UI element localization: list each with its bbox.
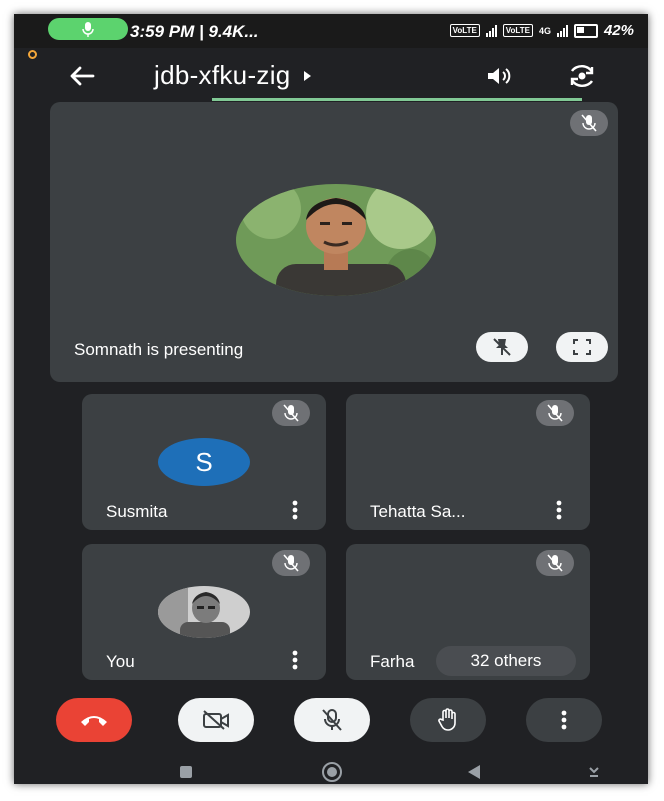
volte-badge-2: VoLTE bbox=[502, 24, 533, 37]
participant-name: Farha bbox=[370, 652, 415, 671]
end-call-icon bbox=[81, 716, 107, 726]
participant-name: Tehatta Sa... bbox=[370, 502, 466, 521]
raise-hand-icon bbox=[438, 708, 456, 731]
more-vert-icon bbox=[292, 650, 298, 670]
square-icon bbox=[180, 766, 192, 778]
fullscreen-button[interactable] bbox=[556, 332, 608, 362]
self-avatar bbox=[158, 586, 250, 638]
status-bar: 3:59 PM | 9.4K... VoLTE VoLTE 4G 42% bbox=[14, 14, 648, 48]
muted-badge bbox=[536, 400, 574, 426]
speaker-icon bbox=[488, 68, 511, 84]
presenter-avatar bbox=[236, 184, 436, 296]
muted-badge bbox=[272, 550, 310, 576]
back-button[interactable] bbox=[64, 58, 100, 94]
self-photo bbox=[158, 586, 250, 638]
home-button[interactable] bbox=[318, 760, 346, 784]
avatar: S bbox=[158, 438, 250, 486]
presenter-tile[interactable]: Somnath is presenting bbox=[50, 102, 618, 382]
caret-right-icon bbox=[303, 70, 311, 81]
arrow-left-icon bbox=[70, 66, 95, 86]
switch-camera-button[interactable] bbox=[562, 58, 602, 94]
back-nav-button[interactable] bbox=[462, 760, 486, 784]
others-count-chip[interactable]: 32 others bbox=[436, 646, 576, 676]
meet-app-window: 3:59 PM | 9.4K... VoLTE VoLTE 4G 42% jdb… bbox=[14, 14, 648, 784]
signal-icon bbox=[485, 24, 497, 37]
battery-icon bbox=[573, 23, 598, 38]
unpin-button[interactable] bbox=[476, 332, 528, 362]
participant-more-button[interactable] bbox=[292, 650, 298, 675]
mic-toggle-button[interactable] bbox=[294, 698, 370, 742]
meeting-code: jdb-xfku-zig bbox=[154, 60, 291, 90]
raise-hand-button[interactable] bbox=[410, 698, 486, 742]
end-call-button[interactable] bbox=[56, 698, 132, 742]
battery-level: 42% bbox=[603, 22, 634, 39]
mic-off-icon bbox=[547, 404, 563, 422]
camera-toggle-button[interactable] bbox=[178, 698, 254, 742]
active-mic-indicator[interactable] bbox=[48, 18, 128, 40]
participant-more-button[interactable] bbox=[292, 500, 298, 525]
status-time: 3:59 PM | 9.4K... bbox=[130, 22, 259, 41]
muted-badge bbox=[570, 110, 608, 136]
recents-button[interactable] bbox=[174, 760, 198, 784]
participant-more-button[interactable] bbox=[556, 500, 562, 525]
participant-tile[interactable]: Farha 32 others bbox=[346, 544, 590, 680]
volte-badge: VoLTE bbox=[449, 24, 480, 37]
muted-badge bbox=[536, 550, 574, 576]
call-controls bbox=[14, 698, 648, 748]
triangle-back-icon bbox=[468, 765, 480, 779]
camera-off-icon bbox=[203, 710, 229, 730]
participant-tile[interactable]: S Susmita bbox=[82, 394, 326, 530]
meeting-code-button[interactable]: jdb-xfku-zig bbox=[154, 60, 313, 91]
presenter-photo bbox=[236, 184, 436, 296]
speaker-button[interactable] bbox=[482, 60, 518, 92]
chevron-down-icon bbox=[589, 767, 599, 777]
signal-icon-2 bbox=[556, 24, 568, 37]
mic-off-icon bbox=[283, 554, 299, 572]
system-nav-bar bbox=[14, 760, 648, 784]
more-vert-icon bbox=[561, 710, 567, 730]
home-circle-icon bbox=[322, 762, 342, 782]
meeting-header: jdb-xfku-zig bbox=[14, 48, 648, 102]
more-vert-icon bbox=[292, 500, 298, 520]
net-type: 4G bbox=[538, 25, 551, 36]
participant-name: You bbox=[106, 652, 135, 671]
fullscreen-icon bbox=[573, 339, 591, 355]
mic-off-icon bbox=[581, 114, 597, 132]
status-indicators: VoLTE VoLTE 4G 42% bbox=[449, 22, 634, 39]
participant-tile-self[interactable]: You bbox=[82, 544, 326, 680]
more-vert-icon bbox=[556, 500, 562, 520]
switch-camera-icon bbox=[570, 65, 594, 87]
more-options-button[interactable] bbox=[526, 698, 602, 742]
mic-off-icon bbox=[283, 404, 299, 422]
muted-badge bbox=[272, 400, 310, 426]
presenting-label: Somnath is presenting bbox=[74, 340, 244, 359]
participant-tile[interactable]: Tehatta Sa... bbox=[346, 394, 590, 530]
mic-off-icon bbox=[322, 709, 342, 731]
speaking-indicator-bar bbox=[212, 98, 582, 101]
nav-menu-button[interactable] bbox=[582, 760, 606, 784]
mic-icon bbox=[82, 22, 94, 37]
mic-off-icon bbox=[547, 554, 563, 572]
unpin-icon bbox=[493, 338, 511, 356]
participant-name: Susmita bbox=[106, 502, 168, 521]
